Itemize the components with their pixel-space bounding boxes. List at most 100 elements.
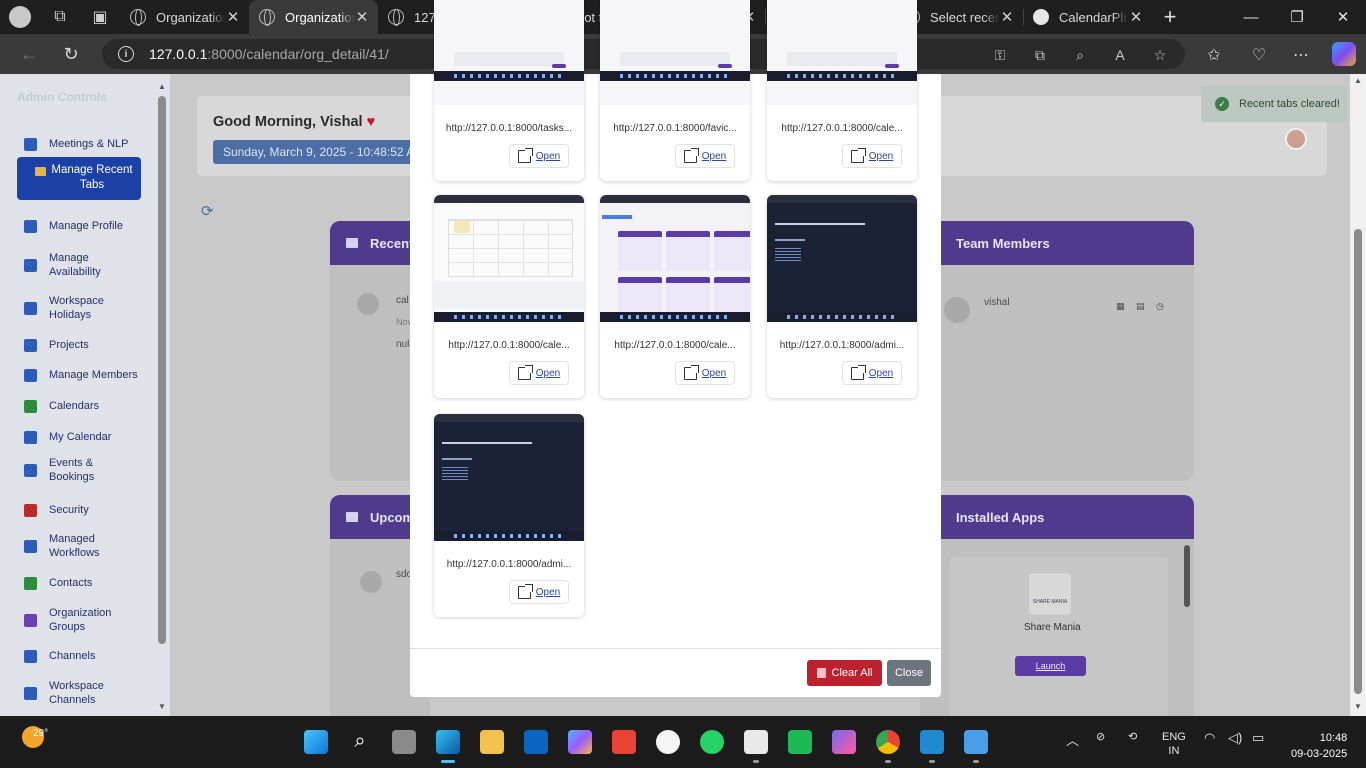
key-icon[interactable]: ⚿ bbox=[990, 45, 1010, 65]
sidebar-item[interactable]: Manage Profile bbox=[24, 219, 139, 233]
sidebar-item[interactable]: Workspace Channels bbox=[24, 679, 139, 707]
clear-all-button[interactable]: Clear All bbox=[807, 660, 882, 686]
favorites-icon[interactable]: ✩ bbox=[1203, 44, 1225, 66]
user-avatar[interactable] bbox=[1285, 128, 1307, 150]
tab-url: http://127.0.0.1:8000/admi... bbox=[779, 340, 905, 351]
message-icon[interactable]: ▤ bbox=[1136, 301, 1145, 312]
open-tab-button[interactable]: Open bbox=[509, 580, 569, 604]
vertical-tabs-icon[interactable]: ▣ bbox=[80, 0, 120, 34]
sidebar-item[interactable]: Channels bbox=[24, 649, 139, 663]
launch-button[interactable]: Launch bbox=[1015, 656, 1086, 676]
show-hidden-icons[interactable]: ︿ bbox=[1066, 730, 1079, 749]
close-tab-icon[interactable]: ✕ bbox=[354, 8, 370, 26]
close-modal-button[interactable]: Close bbox=[887, 660, 931, 686]
vscode-icon[interactable] bbox=[920, 730, 944, 754]
network-off-icon[interactable]: ⊘ bbox=[1096, 730, 1105, 743]
recent-tabs-modal: http://127.0.0.1:8000/tasks... Open http:/… bbox=[410, 0, 941, 697]
sidebar-item[interactable]: Calendars bbox=[24, 399, 139, 413]
open-tab-button[interactable]: Open bbox=[509, 361, 569, 385]
new-tab-button[interactable]: + bbox=[1152, 0, 1188, 34]
start-icon[interactable] bbox=[304, 730, 328, 754]
browser-tab[interactable]: Organization✕ bbox=[120, 0, 249, 34]
sidebar-item-icon bbox=[24, 613, 37, 627]
clock[interactable]: 10:48 09-03-2025 bbox=[1291, 730, 1347, 762]
sidebar-item-label: My Calendar bbox=[49, 431, 112, 443]
external-link-icon bbox=[517, 364, 533, 380]
browser-tab[interactable]: CalendarPlu ✕ bbox=[1023, 0, 1152, 34]
clickup-icon[interactable] bbox=[832, 730, 856, 754]
more-menu-icon[interactable]: ⋯ bbox=[1290, 44, 1312, 66]
spotify-icon[interactable] bbox=[788, 730, 812, 754]
apps-scroll-thumb[interactable] bbox=[1184, 545, 1190, 607]
sidebar-item[interactable]: Managed Workflows bbox=[24, 532, 139, 560]
sidebar-item[interactable]: My Calendar bbox=[24, 430, 139, 444]
github-icon[interactable] bbox=[656, 730, 680, 754]
browser-tab[interactable]: Organization✕ bbox=[249, 0, 378, 34]
chatgpt-icon[interactable] bbox=[744, 730, 768, 754]
task-view-icon[interactable] bbox=[392, 730, 416, 754]
refresh-icon[interactable]: ⟳ bbox=[201, 202, 214, 220]
open-tab-button[interactable]: Open bbox=[842, 361, 902, 385]
notepad-icon[interactable] bbox=[964, 730, 988, 754]
sidebar-item[interactable]: Contacts bbox=[24, 576, 139, 590]
sidebar-item[interactable]: Events & Bookings bbox=[24, 456, 139, 484]
running-indicator bbox=[885, 760, 891, 763]
open-tab-button[interactable]: Open bbox=[842, 144, 902, 168]
read-aloud-icon[interactable]: A bbox=[1110, 45, 1130, 65]
gmail-icon[interactable] bbox=[612, 730, 636, 754]
zoom-icon[interactable]: ⌕ bbox=[1070, 45, 1090, 65]
sidebar-item[interactable]: Organization Groups bbox=[24, 606, 139, 634]
language-label: ENG bbox=[1162, 731, 1186, 743]
sidebar-scroll-thumb[interactable] bbox=[158, 96, 166, 644]
sidebar-item[interactable]: Manage Availability bbox=[24, 251, 139, 279]
page-scroll-thumb[interactable] bbox=[1354, 229, 1362, 694]
trash-icon bbox=[816, 668, 826, 678]
sidebar-item[interactable]: Manage Members bbox=[24, 368, 139, 382]
close-window-button[interactable]: ✕ bbox=[1320, 0, 1366, 34]
copilot-icon[interactable] bbox=[1332, 42, 1356, 66]
profile-icon[interactable] bbox=[0, 0, 40, 34]
reload-button[interactable]: ↻ bbox=[56, 40, 86, 68]
restore-button[interactable]: ❐ bbox=[1274, 0, 1320, 34]
tab-screenshot-thumbnail bbox=[434, 195, 584, 322]
favorite-star-icon[interactable]: ☆ bbox=[1150, 45, 1170, 65]
sidebar-item[interactable]: Security bbox=[24, 503, 139, 517]
open-tab-button[interactable]: Open bbox=[509, 144, 569, 168]
sync-icon[interactable]: ⟲ bbox=[1128, 730, 1137, 743]
file-explorer-icon[interactable] bbox=[480, 730, 504, 754]
whatsapp-icon[interactable] bbox=[700, 730, 724, 754]
open-tab-button[interactable]: Open bbox=[675, 144, 735, 168]
minimize-button[interactable]: — bbox=[1228, 0, 1274, 34]
battery-icon[interactable]: ▭ bbox=[1252, 730, 1264, 746]
page-scrollbar[interactable]: ▲ ▼ bbox=[1350, 74, 1366, 716]
edge-icon[interactable] bbox=[436, 730, 460, 754]
close-tab-icon[interactable]: ✕ bbox=[999, 8, 1015, 26]
sidebar-item[interactable]: Workspace Holidays bbox=[24, 294, 139, 322]
sidebar-item[interactable]: Meetings & NLP bbox=[24, 137, 139, 151]
calendar-icon[interactable]: ▦ bbox=[1116, 301, 1125, 312]
copilot-app-icon[interactable] bbox=[568, 730, 592, 754]
clock-icon[interactable]: ◷ bbox=[1156, 301, 1164, 312]
open-label: Open bbox=[535, 367, 561, 379]
external-link-icon bbox=[850, 364, 866, 380]
search-icon[interactable]: ⌕ bbox=[348, 730, 372, 754]
chrome-icon[interactable] bbox=[876, 730, 900, 754]
wifi-icon[interactable]: ◠ bbox=[1204, 730, 1215, 746]
open-in-app-icon[interactable]: ⧉ bbox=[1030, 45, 1050, 65]
sidebar-scrollbar[interactable]: ▲ ▼ bbox=[158, 82, 166, 711]
sidebar-item-label: Meetings & NLP bbox=[49, 138, 129, 150]
language-indicator[interactable]: ENG IN bbox=[1162, 730, 1186, 758]
workspaces-icon[interactable]: ⧉ bbox=[40, 0, 80, 34]
team-members-panel: Team Members vishal ▦ ▤ ◷ bbox=[920, 221, 1194, 481]
sidebar-item-manage-recent-tabs[interactable]: Manage Recent Tabs bbox=[17, 157, 141, 200]
linkedin-icon[interactable] bbox=[524, 730, 548, 754]
site-info-icon[interactable]: i bbox=[118, 46, 134, 62]
app-name: Share Mania bbox=[1024, 622, 1081, 633]
volume-icon[interactable]: ◁) bbox=[1228, 730, 1242, 746]
sidebar-item[interactable]: Projects bbox=[24, 338, 139, 352]
open-tab-button[interactable]: Open bbox=[675, 361, 735, 385]
back-button[interactable]: ← bbox=[14, 40, 44, 68]
close-tab-icon[interactable]: ✕ bbox=[1128, 8, 1144, 26]
browser-essentials-icon[interactable]: ♡ bbox=[1248, 44, 1270, 66]
close-tab-icon[interactable]: ✕ bbox=[225, 8, 241, 26]
